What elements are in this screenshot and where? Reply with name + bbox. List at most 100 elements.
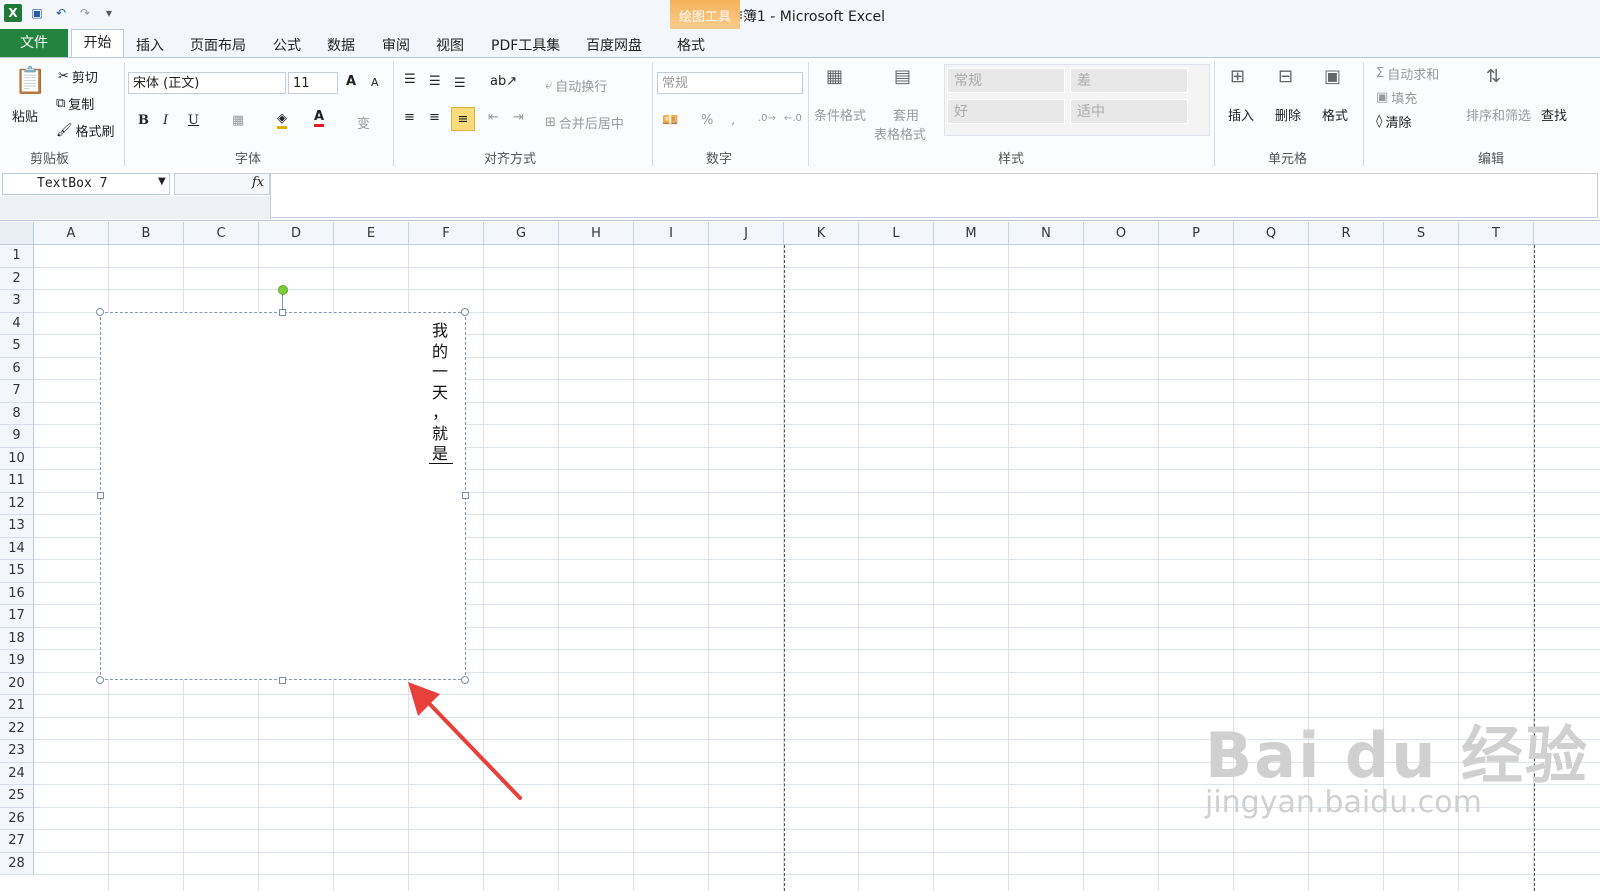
comma-button[interactable]: , (731, 113, 735, 128)
grow-font-button[interactable]: A (346, 74, 356, 89)
column-header[interactable]: N (1009, 222, 1084, 245)
bold-button[interactable]: B (138, 113, 149, 128)
shrink-font-button[interactable]: A (371, 76, 379, 89)
copy-button[interactable]: ⧉ 复制 (56, 94, 94, 113)
tab-baidu-netdisk[interactable]: 百度网盘 (586, 35, 642, 55)
table-format-icon[interactable]: ▤ (894, 66, 911, 87)
row-header[interactable]: 26 (0, 807, 34, 830)
column-header[interactable]: D (259, 222, 334, 245)
align-middle-icon[interactable]: ☰ (429, 74, 441, 89)
resize-handle-ne[interactable] (461, 308, 469, 316)
row-header[interactable]: 18 (0, 627, 34, 650)
tab-insert[interactable]: 插入 (136, 35, 164, 55)
column-header[interactable]: C (184, 222, 259, 245)
column-header[interactable]: H (559, 222, 634, 245)
column-header[interactable]: S (1384, 222, 1459, 245)
row-header[interactable]: 20 (0, 672, 34, 695)
row-header[interactable]: 13 (0, 515, 34, 538)
font-color-button[interactable]: A (314, 109, 325, 127)
underline-button[interactable]: U (188, 113, 199, 128)
resize-handle-w[interactable] (97, 492, 104, 499)
delete-cells-button[interactable]: 删除 (1275, 105, 1301, 124)
font-name-select[interactable]: 宋体 (正文) (128, 72, 286, 94)
tab-data[interactable]: 数据 (327, 35, 355, 55)
column-header[interactable]: L (859, 222, 934, 245)
align-left-icon[interactable]: ≡ (404, 110, 415, 125)
align-bottom-icon[interactable]: ☰ (454, 76, 466, 91)
increase-decimal-icon[interactable]: .0→ (758, 113, 776, 124)
column-header[interactable]: K (784, 222, 859, 245)
column-header[interactable]: I (634, 222, 709, 245)
fill-button[interactable]: ▣ 填充 (1376, 88, 1417, 107)
increase-indent-icon[interactable]: ⇥ (513, 110, 524, 125)
resize-handle-sw[interactable] (96, 676, 104, 684)
row-header[interactable]: 4 (0, 312, 34, 335)
row-header[interactable]: 6 (0, 357, 34, 380)
paste-icon[interactable]: 📋 (14, 66, 46, 96)
row-header[interactable]: 19 (0, 650, 34, 673)
name-box[interactable]: TextBox 7 (2, 173, 170, 195)
resize-handle-s[interactable] (279, 677, 286, 684)
row-header[interactable]: 5 (0, 335, 34, 358)
column-header[interactable]: E (334, 222, 409, 245)
wrap-text-button[interactable]: ⤶ 自动换行 (545, 76, 607, 95)
row-header[interactable]: 15 (0, 560, 34, 583)
row-header[interactable]: 28 (0, 852, 34, 875)
style-neutral[interactable]: 适中 (1070, 99, 1188, 124)
row-header[interactable]: 22 (0, 717, 34, 740)
column-header[interactable]: F (409, 222, 484, 245)
align-top-icon[interactable]: ☰ (404, 72, 416, 87)
row-header[interactable]: 21 (0, 695, 34, 718)
number-format-select[interactable]: 常规 (657, 72, 803, 94)
style-bad[interactable]: 差 (1070, 68, 1188, 93)
row-header[interactable]: 23 (0, 740, 34, 763)
row-header[interactable]: 24 (0, 762, 34, 785)
row-header[interactable]: 2 (0, 267, 34, 290)
row-header[interactable]: 27 (0, 830, 34, 853)
align-center-icon[interactable]: ≡ (429, 110, 440, 125)
fill-color-icon[interactable]: ◈ (277, 111, 287, 129)
tab-formulas[interactable]: 公式 (273, 35, 301, 55)
align-right-icon[interactable]: ≡ (451, 107, 475, 131)
currency-icon[interactable]: 💴 (662, 113, 678, 128)
phonetic-button[interactable]: 变 (357, 113, 370, 132)
row-header[interactable]: 1 (0, 245, 34, 268)
style-normal[interactable]: 常规 (947, 68, 1065, 93)
table-format-line2[interactable]: 表格格式 (874, 124, 926, 143)
decrease-decimal-icon[interactable]: ←.0 (784, 113, 802, 124)
tab-page-layout[interactable]: 页面布局 (190, 35, 246, 55)
row-header[interactable]: 9 (0, 425, 34, 448)
resize-handle-e[interactable] (462, 492, 469, 499)
delete-cells-icon[interactable]: ⊟ (1278, 66, 1293, 87)
format-cells-icon[interactable]: ▣ (1324, 66, 1341, 87)
chevron-down-icon[interactable]: ▼ (158, 176, 166, 187)
tab-home[interactable]: 开始 (71, 29, 124, 58)
autosum-button[interactable]: Σ 自动求和 (1376, 64, 1439, 83)
tab-pdf-tools[interactable]: PDF工具集 (491, 35, 560, 55)
merge-center-button[interactable]: ⊞ 合并后居中 (545, 113, 624, 132)
decrease-indent-icon[interactable]: ⇤ (488, 110, 499, 125)
row-header[interactable]: 14 (0, 537, 34, 560)
conditional-format-button[interactable]: 条件格式 (814, 105, 866, 124)
tab-file[interactable]: 文件 (0, 29, 68, 57)
tab-view[interactable]: 视图 (436, 35, 464, 55)
font-size-select[interactable]: 11 (288, 72, 338, 94)
column-header[interactable]: R (1309, 222, 1384, 245)
row-header[interactable]: 11 (0, 470, 34, 493)
text-box-content[interactable]: 我 的 一 天 ， 就 是 (431, 321, 449, 465)
cut-button[interactable]: ✂ 剪切 (58, 67, 98, 86)
find-button[interactable]: 查找 (1541, 105, 1567, 124)
row-header[interactable]: 3 (0, 290, 34, 313)
rotation-handle[interactable] (278, 285, 288, 295)
row-header[interactable]: 10 (0, 447, 34, 470)
column-header[interactable]: O (1084, 222, 1159, 245)
column-header[interactable]: M (934, 222, 1009, 245)
format-cells-button[interactable]: 格式 (1322, 105, 1348, 124)
column-header[interactable]: B (109, 222, 184, 245)
orientation-icon[interactable]: ab↗ (490, 74, 517, 89)
sort-filter-icon[interactable]: ⇅ (1486, 66, 1501, 87)
italic-button[interactable]: I (163, 113, 168, 128)
insert-cells-button[interactable]: 插入 (1228, 105, 1254, 124)
row-header[interactable]: 25 (0, 785, 34, 808)
formula-input[interactable] (270, 173, 1598, 218)
